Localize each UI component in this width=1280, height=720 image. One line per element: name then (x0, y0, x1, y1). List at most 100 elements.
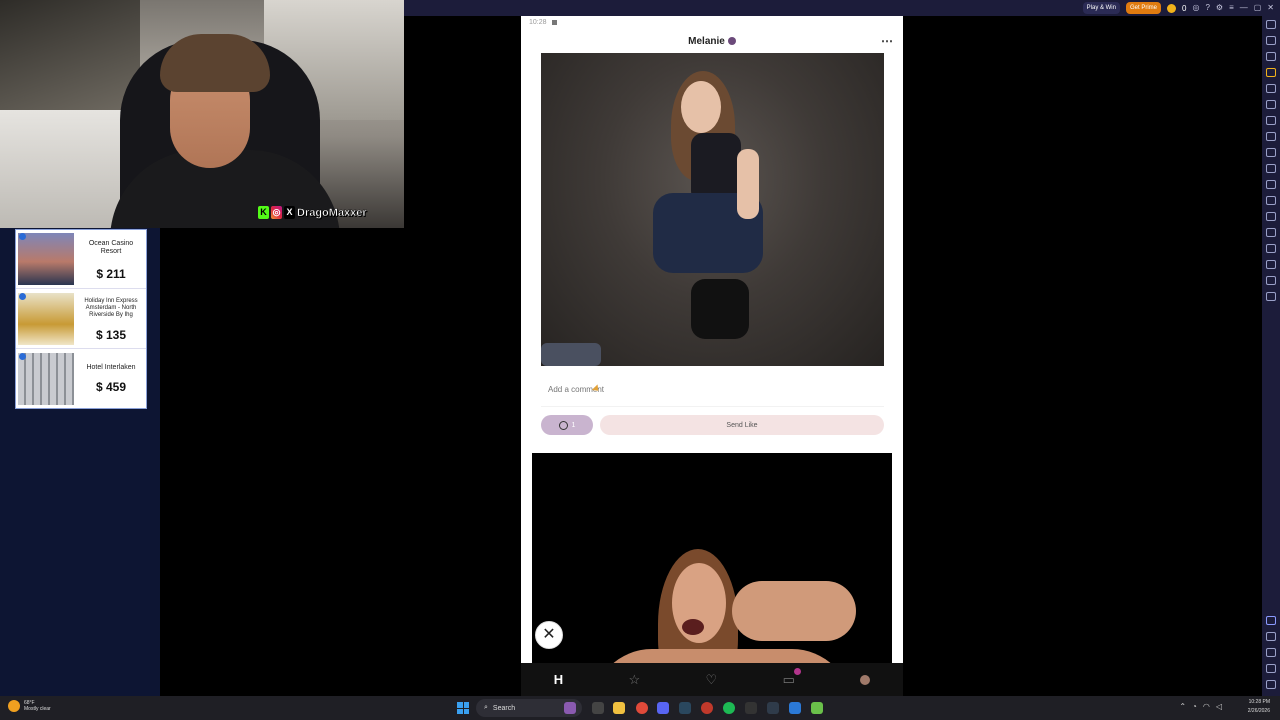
chevron-up-icon[interactable]: ⌃ (1179, 702, 1186, 711)
store-icon[interactable] (1266, 68, 1276, 77)
rose-icon (558, 420, 568, 430)
profile-header: Melanie (521, 36, 903, 47)
folder-icon[interactable] (1266, 196, 1276, 205)
network-icon[interactable]: ◔ (1192, 702, 1197, 711)
copilot-icon[interactable] (564, 702, 576, 714)
trash-icon[interactable] (1266, 260, 1276, 269)
home-icon[interactable] (1266, 664, 1276, 673)
help-icon[interactable]: ? (1205, 3, 1209, 13)
profile-photo-2[interactable] (532, 453, 892, 696)
photo-face (681, 81, 721, 133)
streamer-hair (160, 34, 270, 92)
menu-icon[interactable]: ≡ (1229, 3, 1234, 13)
app-icon[interactable] (701, 702, 713, 714)
profile-name: Melanie (688, 36, 725, 47)
hotel-price: $ 211 (96, 267, 126, 281)
more-icon[interactable] (1266, 292, 1276, 301)
profile-avatar-icon[interactable] (860, 674, 871, 685)
hotel-price: $ 135 (95, 328, 127, 342)
multi-instance-icon[interactable] (1266, 228, 1276, 237)
x-icon: X (284, 206, 295, 219)
hotel-image (18, 353, 74, 405)
camera-icon[interactable] (1266, 148, 1276, 157)
photo-bag (691, 279, 749, 339)
steam-icon[interactable] (679, 702, 691, 714)
info-icon (19, 233, 26, 240)
rotate-icon[interactable] (1266, 100, 1276, 109)
account-icon[interactable]: ◎ (1192, 3, 1199, 13)
weather-moon-icon (8, 700, 20, 712)
macro-icon[interactable] (1266, 164, 1276, 173)
apk-icon[interactable] (1266, 212, 1276, 221)
clock[interactable]: 10:28 PM 2/26/2026 (1248, 698, 1270, 716)
volume-icon[interactable] (1266, 84, 1276, 93)
kick-icon: K (258, 206, 269, 219)
bluestacks-icon[interactable] (811, 702, 823, 714)
file-explorer-icon[interactable] (613, 702, 625, 714)
edge-icon[interactable] (789, 702, 801, 714)
fullscreen-icon[interactable] (1266, 20, 1276, 29)
hinge-home-icon[interactable]: H (554, 672, 563, 687)
maximize-icon[interactable]: ▢ (1254, 3, 1262, 13)
settings-icon[interactable]: ⚙ (1216, 3, 1223, 13)
shake-icon[interactable] (1266, 116, 1276, 125)
pass-button[interactable]: ✕ (535, 621, 563, 649)
sync-icon[interactable] (1266, 244, 1276, 253)
rose-button[interactable]: 1 (541, 415, 593, 435)
play-win-button[interactable]: Play & Win (1082, 2, 1120, 14)
hotel-image (18, 233, 74, 285)
emulator-sidebar (1262, 16, 1280, 696)
info-icon (19, 353, 26, 360)
social-handles: K ◎ X DragoMaxxer (258, 206, 367, 219)
notification-icon (552, 20, 557, 25)
ad-item[interactable]: Hotel Interlaken $ 459 (16, 350, 146, 409)
clock-time: 10:28 PM (1248, 699, 1270, 705)
status-time: 10:28 (529, 19, 547, 26)
back-icon[interactable] (1266, 648, 1276, 657)
hotel-ad[interactable]: Ocean Casino Resort $ 211 Holiday Inn Ex… (15, 229, 147, 409)
standouts-star-icon[interactable]: ☆ (628, 672, 640, 688)
screenshot-icon[interactable] (1266, 52, 1276, 61)
hotel-name: Holiday Inn Express Amsterdam - North Ri… (84, 298, 138, 318)
assistant-icon[interactable] (1266, 616, 1276, 625)
keyboard-icon[interactable] (1266, 36, 1276, 45)
rose-count: 1 (571, 421, 576, 429)
eco-mode-icon[interactable] (1266, 276, 1276, 285)
photo-shoe (541, 343, 601, 366)
task-view-icon[interactable] (592, 702, 604, 714)
chat-badge (793, 667, 801, 675)
likes-heart-icon[interactable]: ♡ (706, 672, 718, 688)
profile-photo[interactable] (541, 53, 884, 366)
matches-chat-icon[interactable]: ▭ (783, 667, 801, 688)
photo-arm (732, 581, 856, 641)
system-tray: ⌃ ◔ ◠ ◁ (1179, 702, 1222, 711)
get-prime-button[interactable]: Get Prime (1125, 2, 1161, 14)
ad-item[interactable]: Holiday Inn Express Amsterdam - North Ri… (16, 290, 146, 349)
obs-icon[interactable] (745, 702, 757, 714)
weather-widget[interactable]: 68°F Mostly clear (8, 700, 51, 712)
send-like-button[interactable]: Send Like (600, 415, 884, 435)
bottom-nav: H ☆ ♡ ▭ (521, 663, 903, 696)
windows-start-icon[interactable] (457, 702, 469, 714)
spotify-icon[interactable] (723, 702, 735, 714)
phone-screen: 10:28 Melanie ⋯ 1 Send Like ✕ H ☆ ♡ ▭ (521, 16, 903, 696)
ad-item[interactable]: Ocean Casino Resort $ 211 (16, 230, 146, 289)
instagram-icon: ◎ (271, 206, 282, 219)
close-window-icon[interactable]: ✕ (1267, 3, 1274, 13)
recents-icon[interactable] (1266, 680, 1276, 689)
more-options-icon[interactable]: ⋯ (881, 34, 893, 48)
capcut-icon[interactable] (767, 702, 779, 714)
webcam-overlay: K ◎ X DragoMaxxer (0, 0, 404, 228)
coin-icon (1167, 3, 1176, 13)
hotel-name: Ocean Casino Resort (88, 240, 134, 255)
speaker-icon[interactable]: ◁ (1216, 702, 1222, 711)
chrome-icon[interactable] (636, 702, 648, 714)
location-icon[interactable] (1266, 132, 1276, 141)
info-icon (19, 293, 26, 300)
wifi-icon[interactable]: ◠ (1203, 702, 1210, 711)
discord-icon[interactable] (657, 702, 669, 714)
record-icon[interactable] (1266, 180, 1276, 189)
settings-side-icon[interactable] (1266, 632, 1276, 641)
webcam-window-bg (0, 0, 140, 110)
minimize-icon[interactable]: — (1240, 3, 1248, 13)
